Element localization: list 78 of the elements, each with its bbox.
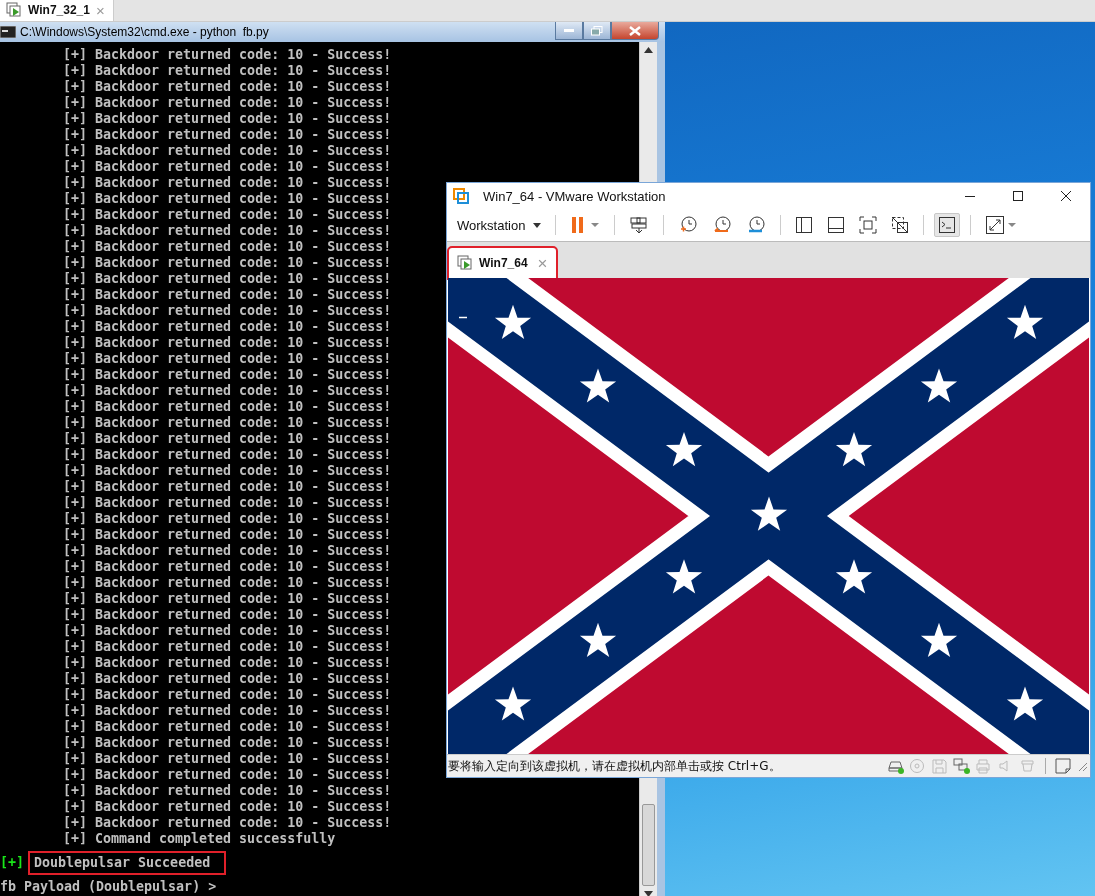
window-title: Win7_64 - VMware Workstation	[483, 188, 666, 204]
console-line: [+] Backdoor returned code: 10 - Success!	[63, 111, 392, 127]
window-title: C:\Windows\System32\cmd.exe - python fb.py	[20, 25, 269, 39]
console-line: [+] Backdoor returned code: 10 - Success!	[63, 815, 392, 831]
console-view-icon[interactable]	[934, 213, 961, 237]
app-logo-icon	[453, 188, 469, 204]
close-icon	[1061, 191, 1071, 201]
console-line: [+] Backdoor returned code: 10 - Success!	[63, 351, 392, 367]
console-line: [+] Backdoor returned code: 10 - Success!	[63, 191, 392, 207]
workstation-menu[interactable]: Workstation	[453, 215, 546, 235]
console-line: [+] Backdoor returned code: 10 - Success!	[63, 623, 392, 639]
scroll-up-icon[interactable]	[644, 47, 653, 53]
console-line: [+] Backdoor returned code: 10 - Success!	[63, 303, 392, 319]
console-line: [+] Backdoor returned code: 10 - Success!	[63, 399, 392, 415]
vm-play-icon	[457, 255, 473, 271]
console-line: [+] Backdoor returned code: 10 - Success!	[63, 415, 392, 431]
caret-icon	[533, 222, 542, 228]
console-line: [+] Backdoor returned code: 10 - Success!	[63, 767, 392, 783]
console-line: [+] Backdoor returned code: 10 - Success!	[63, 511, 392, 527]
console-line: [+] Backdoor returned code: 10 - Success!	[63, 559, 392, 575]
console-line: [+] Backdoor returned code: 10 - Success!	[63, 447, 392, 463]
console-line: [+] Backdoor returned code: 10 - Success!	[63, 239, 392, 255]
console-line: [+] Backdoor returned code: 10 - Success!	[63, 687, 392, 703]
scroll-down-icon[interactable]	[644, 891, 653, 896]
status-message: 要将输入定向到该虚拟机，请在虚拟机内部单击或按 Ctrl+G。	[448, 757, 781, 775]
console-prompt: fb Payload (Doublepulsar) >	[0, 879, 217, 895]
console-line: [+] Backdoor returned code: 10 - Success!	[63, 367, 392, 383]
console-line: [+] Backdoor returned code: 10 - Success!	[63, 431, 392, 447]
restore-icon	[591, 25, 603, 36]
console-line: [+] Backdoor returned code: 10 - Success!	[63, 95, 392, 111]
console-line: [+] Backdoor returned code: 10 - Success!	[63, 639, 392, 655]
console-line: [+] Backdoor returned code: 10 - Success!	[63, 735, 392, 751]
console-line: [+] Backdoor returned code: 10 - Success!	[63, 719, 392, 735]
console-line: [+] Backdoor returned code: 10 - Success!	[63, 575, 392, 591]
console-prefix: [+]	[0, 855, 25, 871]
console-line: [+] Backdoor returned code: 10 - Success!	[63, 159, 392, 175]
minimize-icon	[564, 28, 574, 33]
message-log-icon[interactable]	[1054, 757, 1072, 775]
console-line: [+] Backdoor returned code: 10 - Success!	[63, 799, 392, 815]
host-tab[interactable]: Win7_32_1 ×	[0, 0, 114, 21]
console-line: [+] Backdoor returned code: 10 - Success!	[63, 255, 392, 271]
network-icon[interactable]	[953, 758, 971, 774]
console-line: [+] Backdoor returned code: 10 - Success!	[63, 143, 392, 159]
console-line: [+] Backdoor returned code: 10 - Success!	[63, 671, 392, 687]
console-line: [+] Backdoor returned code: 10 - Success!	[63, 271, 392, 287]
console-line: [+] Backdoor returned code: 10 - Success!	[63, 479, 392, 495]
console-line: [+] Backdoor returned code: 10 - Success!	[63, 463, 392, 479]
close-button[interactable]	[611, 22, 659, 40]
console-line: [+] Command completed successfully	[63, 831, 336, 847]
minimize-button[interactable]	[555, 22, 583, 40]
console-app-icon	[0, 26, 16, 38]
console-line: [+] Backdoor returned code: 10 - Success!	[63, 175, 392, 191]
console-line: [+] Backdoor returned code: 10 - Success!	[63, 543, 392, 559]
console-line: [+] Backdoor returned code: 10 - Success!	[63, 655, 392, 671]
console-line: [+] Backdoor returned code: 10 - Success!	[63, 79, 392, 95]
console-line: [+] Backdoor returned code: 10 - Success!	[63, 703, 392, 719]
console-line: [+] Backdoor returned code: 10 - Success!	[63, 47, 392, 63]
resize-grip-icon[interactable]	[1076, 760, 1088, 772]
console-line: [+] Backdoor returned code: 10 - Success!	[63, 495, 392, 511]
console-line: [+] Backdoor returned code: 10 - Success!	[63, 527, 392, 543]
scrollbar-thumb[interactable]	[642, 804, 655, 886]
console-line: [+] Backdoor returned code: 10 - Success!	[63, 383, 392, 399]
console-line: [+] Backdoor returned code: 10 - Success!	[63, 207, 392, 223]
console-line: [+] Backdoor returned code: 10 - Success!	[63, 223, 392, 239]
console-line: [+] Backdoor returned code: 10 - Success!	[63, 287, 392, 303]
console-line: [+] Backdoor returned code: 10 - Success!	[63, 591, 392, 607]
maximize-icon	[1013, 191, 1023, 201]
close-icon	[629, 25, 641, 36]
console-line: [+] Backdoor returned code: 10 - Success!	[63, 751, 392, 767]
restore-button[interactable]	[583, 22, 611, 40]
console-line: [+] Backdoor returned code: 10 - Success!	[63, 63, 392, 79]
console-line: [+] Backdoor returned code: 10 - Success!	[63, 607, 392, 623]
vm-play-icon	[6, 2, 22, 18]
console-line: [+] Backdoor returned code: 10 - Success!	[63, 783, 392, 799]
console-line: [+] Backdoor returned code: 10 - Success!	[63, 127, 392, 143]
vm-tab[interactable]: Win7_64 ×	[449, 248, 556, 278]
console-line: [+] Backdoor returned code: 10 - Success!	[63, 319, 392, 335]
console-line: [+] Backdoor returned code: 10 - Success!	[63, 335, 392, 351]
